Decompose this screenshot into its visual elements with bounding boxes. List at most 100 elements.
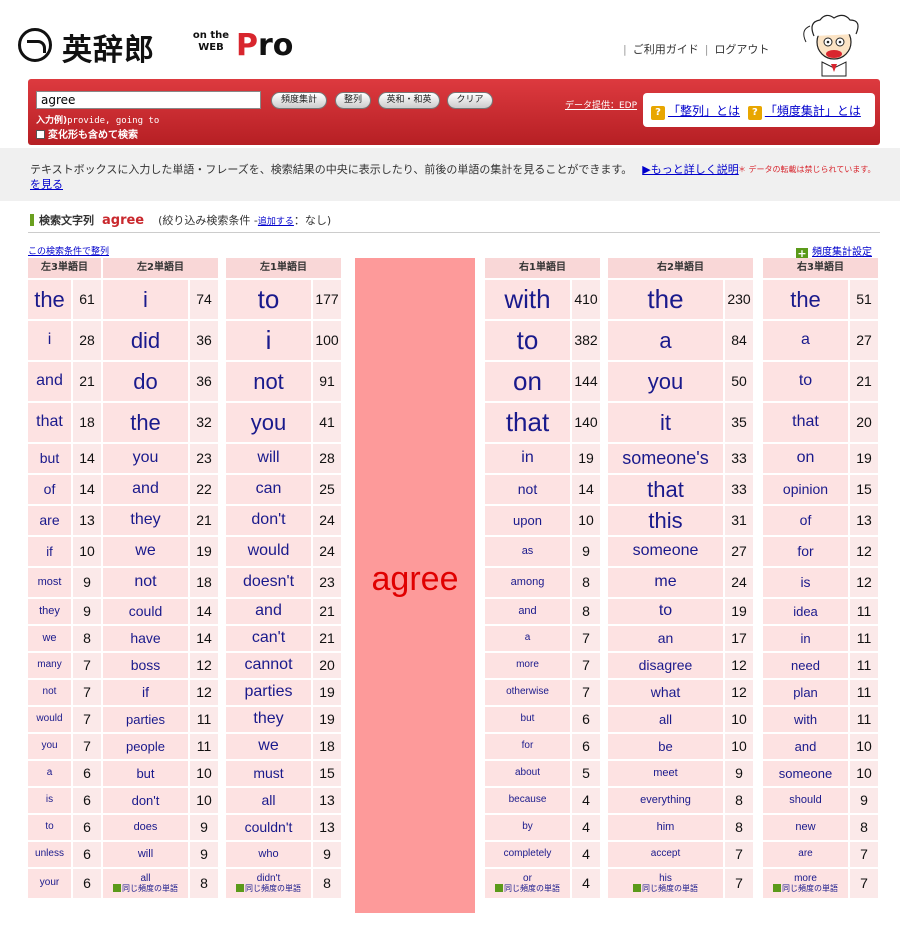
word-cell[interactable]: plan xyxy=(763,680,848,705)
word-cell[interactable]: i xyxy=(103,280,188,319)
word-cell[interactable]: parties xyxy=(103,707,188,732)
sort-button[interactable]: 整列 xyxy=(335,92,371,109)
word-cell[interactable]: of xyxy=(763,506,848,535)
eiwa-waei-button[interactable]: 英和・和英 xyxy=(378,92,440,109)
word-cell[interactable]: can xyxy=(226,475,311,504)
word-cell[interactable]: didn't 同じ頻度の単語 xyxy=(226,869,311,898)
word-cell[interactable]: many xyxy=(28,653,71,678)
word-cell[interactable]: that xyxy=(485,403,570,442)
variant-checkbox-row[interactable]: 変化形も含めて検索 xyxy=(36,126,138,141)
help-sort-link[interactable]: 「整列」とは xyxy=(668,104,740,118)
word-cell[interactable]: to xyxy=(226,280,311,319)
word-cell[interactable]: did xyxy=(103,321,188,360)
variant-checkbox[interactable] xyxy=(36,130,45,139)
word-cell[interactable]: don't xyxy=(103,788,188,813)
word-cell[interactable]: among xyxy=(485,568,570,597)
word-cell[interactable]: more 同じ頻度の単語 xyxy=(763,869,848,898)
word-cell[interactable]: of xyxy=(28,475,71,504)
word-cell[interactable]: to xyxy=(763,362,848,401)
word-cell[interactable]: will xyxy=(103,842,188,867)
word-cell[interactable]: because xyxy=(485,788,570,813)
word-cell[interactable]: does xyxy=(103,815,188,840)
frequency-count-button[interactable]: 頻度集計 xyxy=(271,92,327,109)
word-cell[interactable]: by xyxy=(485,815,570,840)
word-cell[interactable]: completely xyxy=(485,842,570,867)
logo-text[interactable]: 英辞郎 xyxy=(62,25,155,69)
help-frequency-link[interactable]: 「頻度集計」とは xyxy=(765,104,861,118)
user-guide-link[interactable]: ご利用ガイド xyxy=(633,43,699,56)
word-cell[interactable]: is xyxy=(763,568,848,597)
word-cell[interactable]: could xyxy=(103,599,188,624)
word-cell[interactable]: they xyxy=(28,599,71,624)
word-cell[interactable]: him xyxy=(608,815,723,840)
word-cell[interactable]: his 同じ頻度の単語 xyxy=(608,869,723,898)
word-cell[interactable]: your xyxy=(28,869,71,898)
same-frequency-words-link[interactable]: 同じ頻度の単語 xyxy=(113,884,178,893)
word-cell[interactable]: if xyxy=(28,537,71,566)
word-cell[interactable]: we xyxy=(28,626,71,651)
word-cell[interactable]: me xyxy=(608,568,723,597)
word-cell[interactable]: if xyxy=(103,680,188,705)
word-cell[interactable]: have xyxy=(103,626,188,651)
word-cell[interactable]: meet xyxy=(608,761,723,786)
word-cell[interactable]: they xyxy=(226,707,311,732)
word-cell[interactable]: a xyxy=(608,321,723,360)
word-cell[interactable]: someone xyxy=(763,761,848,786)
same-frequency-words-link[interactable]: 同じ頻度の単語 xyxy=(633,884,698,893)
word-cell[interactable]: on xyxy=(763,444,848,473)
word-cell[interactable]: disagree xyxy=(608,653,723,678)
word-cell[interactable]: otherwise xyxy=(485,680,570,705)
word-cell[interactable]: all xyxy=(608,707,723,732)
word-cell[interactable]: in xyxy=(485,444,570,473)
word-cell[interactable]: someone's xyxy=(608,444,723,473)
word-cell[interactable]: is xyxy=(28,788,71,813)
word-cell[interactable]: a xyxy=(28,761,71,786)
word-cell[interactable]: that xyxy=(608,475,723,504)
same-frequency-words-link[interactable]: 同じ頻度の単語 xyxy=(773,884,838,893)
word-cell[interactable]: upon xyxy=(485,506,570,535)
data-credit-link[interactable]: データ提供：EDP xyxy=(565,98,637,111)
word-cell[interactable]: cannot xyxy=(226,653,311,678)
word-cell[interactable]: they xyxy=(103,506,188,535)
word-cell[interactable]: that xyxy=(763,403,848,442)
word-cell[interactable]: not xyxy=(28,680,71,705)
word-cell[interactable]: a xyxy=(763,321,848,360)
word-cell[interactable]: all 同じ頻度の単語 xyxy=(103,869,188,898)
word-cell[interactable]: will xyxy=(226,444,311,473)
word-cell[interactable]: parties xyxy=(226,680,311,705)
word-cell[interactable]: the xyxy=(608,280,723,319)
word-cell[interactable]: not xyxy=(485,475,570,504)
word-cell[interactable]: accept xyxy=(608,842,723,867)
word-cell[interactable]: don't xyxy=(226,506,311,535)
word-cell[interactable]: this xyxy=(608,506,723,535)
word-cell[interactable]: and xyxy=(485,599,570,624)
word-cell[interactable]: more xyxy=(485,653,570,678)
word-cell[interactable]: for xyxy=(485,734,570,759)
word-cell[interactable]: would xyxy=(28,707,71,732)
word-cell[interactable]: are xyxy=(28,506,71,535)
word-cell[interactable]: it xyxy=(608,403,723,442)
word-cell[interactable]: but xyxy=(103,761,188,786)
word-cell[interactable]: we xyxy=(226,734,311,759)
word-cell[interactable]: and xyxy=(103,475,188,504)
logout-link[interactable]: ログアウト xyxy=(714,43,769,56)
add-filter-link[interactable]: 追加する xyxy=(258,217,294,227)
word-cell[interactable]: you xyxy=(103,444,188,473)
word-cell[interactable]: to xyxy=(485,321,570,360)
word-cell[interactable]: and xyxy=(28,362,71,401)
word-cell[interactable]: must xyxy=(226,761,311,786)
word-cell[interactable]: new xyxy=(763,815,848,840)
word-cell[interactable]: would xyxy=(226,537,311,566)
word-cell[interactable]: idea xyxy=(763,599,848,624)
word-cell[interactable]: what xyxy=(608,680,723,705)
word-cell[interactable]: the xyxy=(763,280,848,319)
word-cell[interactable]: for xyxy=(763,537,848,566)
word-cell[interactable]: you xyxy=(226,403,311,442)
word-cell[interactable]: as xyxy=(485,537,570,566)
word-cell[interactable]: should xyxy=(763,788,848,813)
word-cell[interactable]: about xyxy=(485,761,570,786)
word-cell[interactable]: the xyxy=(28,280,71,319)
word-cell[interactable]: in xyxy=(763,626,848,651)
word-cell[interactable]: the xyxy=(103,403,188,442)
word-cell[interactable]: most xyxy=(28,568,71,597)
